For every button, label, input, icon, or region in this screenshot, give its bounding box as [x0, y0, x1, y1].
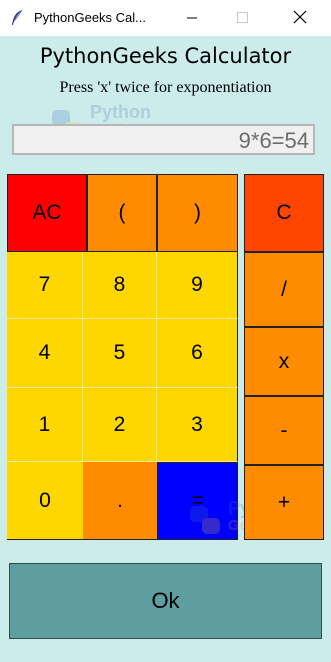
multiply-button[interactable]: x: [244, 327, 324, 396]
maximize-icon: [237, 12, 248, 23]
ac-button[interactable]: AC: [7, 174, 87, 252]
subtract-button[interactable]: -: [244, 396, 324, 465]
digit-4-button[interactable]: 4: [7, 319, 83, 388]
keypad: AC ( ) 7 8 9 4 5 6 1 2 3 0 . =: [7, 174, 238, 540]
operator-column: C / x - +: [244, 174, 324, 540]
close-button[interactable]: [277, 0, 323, 36]
calculator-subtitle: Press 'x' twice for exponentiation: [59, 79, 272, 96]
digit-9-button[interactable]: 9: [157, 252, 238, 319]
digit-6-button[interactable]: 6: [157, 319, 238, 388]
close-icon: [293, 10, 307, 24]
display-value: 9*6=54: [238, 128, 309, 153]
result-display[interactable]: 9*6=54: [12, 124, 315, 155]
digit-0-button[interactable]: 0: [7, 462, 83, 540]
minimize-button[interactable]: [169, 0, 215, 36]
left-paren-button[interactable]: (: [87, 174, 157, 252]
feather-icon: [12, 9, 23, 25]
digit-3-button[interactable]: 3: [157, 388, 238, 462]
digit-7-button[interactable]: 7: [7, 252, 83, 319]
digit-1-button[interactable]: 1: [7, 388, 83, 462]
ok-button[interactable]: Ok: [9, 563, 322, 639]
divide-button[interactable]: /: [244, 252, 324, 327]
digit-5-button[interactable]: 5: [83, 319, 157, 388]
maximize-button[interactable]: [219, 0, 265, 36]
python-logo-icon: [190, 506, 220, 534]
watermark-line1: Python: [90, 102, 151, 122]
add-button[interactable]: +: [244, 465, 324, 540]
minimize-icon: [187, 17, 197, 19]
clear-button[interactable]: C: [244, 174, 324, 252]
title-bar: PythonGeeks Cal...: [0, 0, 331, 36]
calculator-title: PythonGeeks Calculator: [39, 44, 292, 68]
digit-8-button[interactable]: 8: [83, 252, 157, 319]
right-paren-button[interactable]: ): [157, 174, 238, 252]
window-title: PythonGeeks Cal...: [34, 10, 146, 25]
digit-2-button[interactable]: 2: [83, 388, 157, 462]
decimal-button[interactable]: .: [83, 462, 157, 540]
